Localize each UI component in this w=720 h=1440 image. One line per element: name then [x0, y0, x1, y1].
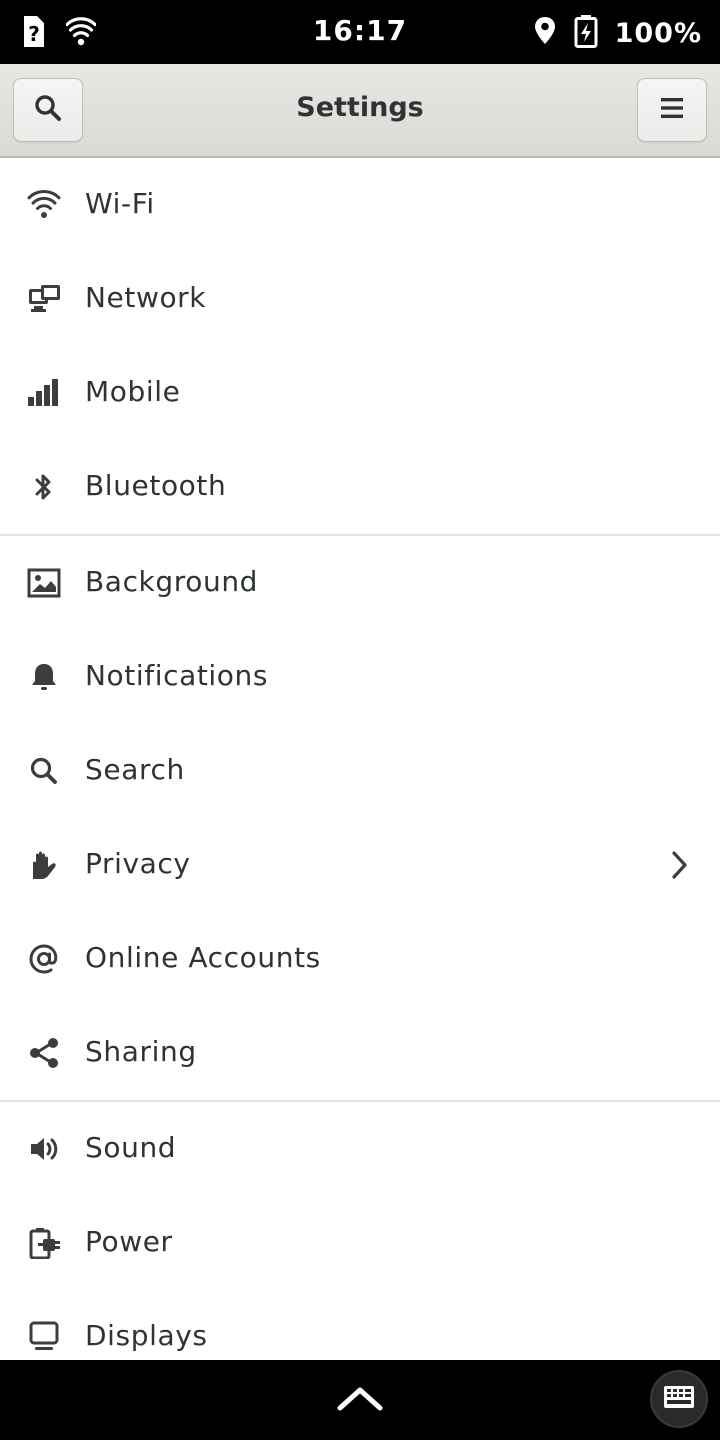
bottom-bar [0, 1360, 720, 1440]
settings-item-mobile[interactable]: Mobile [0, 346, 720, 440]
network-icon [24, 283, 64, 315]
signal-bars-icon [24, 377, 64, 409]
status-right: 100% [533, 14, 702, 52]
main-menu-button[interactable] [637, 78, 707, 142]
speaker-icon [24, 1133, 64, 1165]
settings-item-network[interactable]: Network [0, 252, 720, 346]
settings-item-power[interactable]: Power [0, 1196, 720, 1290]
battery-percent: 100% [614, 17, 702, 49]
bluetooth-icon [24, 471, 64, 503]
chevron-right-icon [670, 850, 690, 884]
settings-item-sharing[interactable]: Sharing [0, 1006, 720, 1100]
wifi-icon [24, 189, 64, 221]
settings-item-displays[interactable]: Displays [0, 1290, 720, 1360]
settings-item-online-accounts[interactable]: Online Accounts [0, 912, 720, 1006]
at-sign-icon [24, 943, 64, 975]
hamburger-menu-icon [660, 97, 684, 123]
location-icon [533, 16, 557, 50]
battery-charging-icon [573, 14, 599, 52]
image-icon [24, 567, 64, 599]
header-bar: Settings [0, 64, 720, 158]
settings-item-label: Sound [85, 1131, 177, 1164]
settings-item-privacy[interactable]: Privacy [0, 818, 720, 912]
keyboard-icon [663, 1385, 695, 1413]
settings-item-wifi[interactable]: Wi-Fi [0, 158, 720, 252]
settings-item-notifications[interactable]: Notifications [0, 630, 720, 724]
settings-item-label: Network [85, 281, 207, 314]
settings-item-label: Wi-Fi [85, 187, 155, 220]
status-bar: ? 16:17 100% [0, 0, 720, 64]
settings-list: Wi-Fi Network Mobile Bluetooth Backgroun… [0, 158, 720, 1360]
display-icon [24, 1321, 64, 1353]
settings-item-label: Sharing [85, 1035, 197, 1068]
keyboard-toggle-button[interactable] [650, 1370, 708, 1428]
settings-item-background[interactable]: Background [0, 536, 720, 630]
settings-item-label: Bluetooth [85, 469, 227, 502]
settings-item-label: Search [85, 753, 185, 786]
hand-icon [24, 849, 64, 881]
settings-item-sound[interactable]: Sound [0, 1102, 720, 1196]
settings-item-label: Power [85, 1225, 173, 1258]
settings-item-label: Notifications [85, 659, 269, 692]
settings-item-bluetooth[interactable]: Bluetooth [0, 440, 720, 534]
page-title: Settings [296, 92, 424, 123]
chevron-up-icon[interactable] [334, 1380, 386, 1418]
settings-item-label: Online Accounts [85, 941, 321, 974]
bell-icon [24, 661, 64, 693]
settings-item-search[interactable]: Search [0, 724, 720, 818]
settings-item-label: Mobile [85, 375, 181, 408]
search-icon [24, 755, 64, 787]
settings-item-label: Privacy [85, 847, 191, 880]
share-icon [24, 1037, 64, 1069]
settings-item-label: Background [85, 565, 259, 598]
settings-item-label: Displays [85, 1319, 208, 1352]
power-plug-icon [24, 1227, 64, 1259]
